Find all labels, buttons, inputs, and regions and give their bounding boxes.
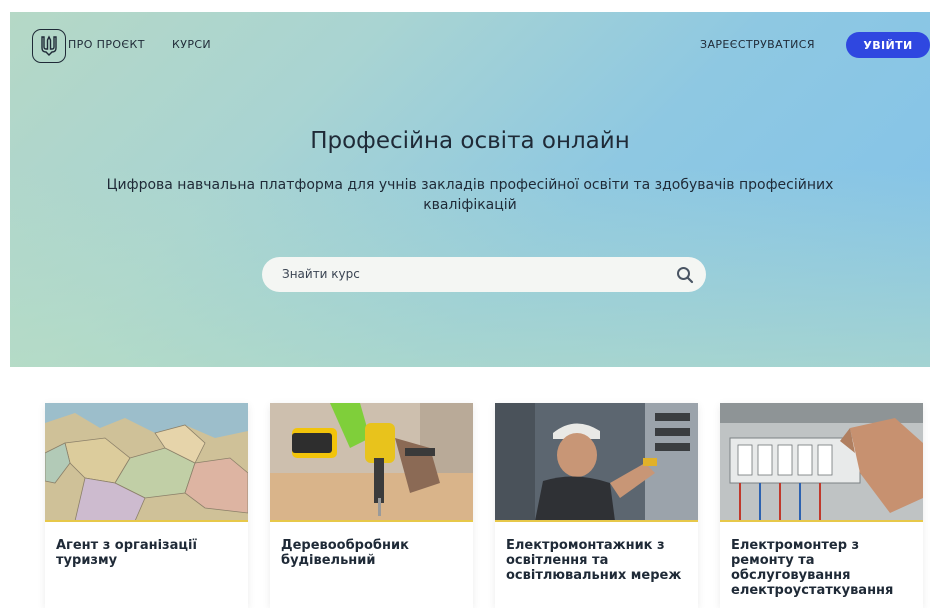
hero-title: Професійна освіта онлайн	[310, 128, 630, 154]
trident-icon[interactable]	[32, 29, 66, 63]
course-title: Деревообробник будівельний	[281, 538, 409, 568]
course-card[interactable]: Електромонтажник з освітлення та освітлю…	[495, 403, 698, 608]
course-card[interactable]: Електромонтер з ремонту та обслуговуванн…	[720, 403, 923, 608]
top-nav: ПРО ПРОЄКТ КУРСИ ЗАРЕЄСТРУВАТИСЯ УВІЙТИ	[10, 12, 930, 76]
login-button[interactable]: УВІЙТИ	[846, 32, 930, 58]
breaker-panel-photo	[720, 403, 923, 521]
search-icon[interactable]	[676, 266, 694, 284]
course-title: Електромонтер з ремонту та обслуговуванн…	[731, 538, 894, 598]
electrician-photo	[495, 403, 698, 521]
card-underline	[270, 520, 473, 522]
hero-banner: ПРО ПРОЄКТ КУРСИ ЗАРЕЄСТРУВАТИСЯ УВІЙТИ …	[10, 12, 930, 367]
search-input[interactable]: Знайти курс	[262, 257, 706, 292]
nav-courses-link[interactable]: КУРСИ	[172, 38, 211, 51]
course-title: Агент з організації туризму	[56, 538, 197, 568]
course-card[interactable]: Деревообробник будівельний	[270, 403, 473, 608]
map-photo	[45, 403, 248, 521]
drill-photo	[270, 403, 473, 521]
register-link[interactable]: ЗАРЕЄСТРУВАТИСЯ	[700, 38, 815, 51]
card-underline	[720, 520, 923, 522]
course-card[interactable]: Агент з організації туризму	[45, 403, 248, 608]
card-underline	[45, 520, 248, 522]
nav-about-link[interactable]: ПРО ПРОЄКТ	[68, 38, 145, 51]
card-underline	[495, 520, 698, 522]
search-placeholder: Знайти курс	[282, 267, 360, 281]
hero-subtitle: Цифрова навчальна платформа для учнів за…	[106, 177, 834, 213]
course-title: Електромонтажник з освітлення та освітлю…	[506, 538, 682, 583]
